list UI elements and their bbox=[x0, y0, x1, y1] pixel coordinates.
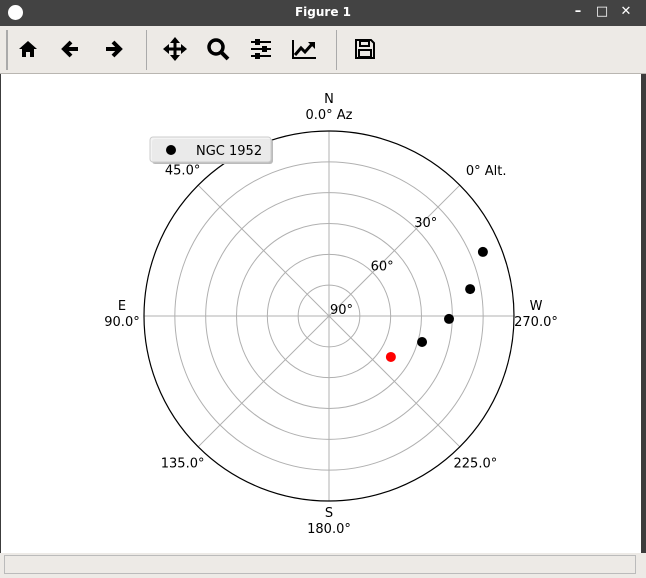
data-point bbox=[465, 284, 476, 295]
home-button[interactable] bbox=[13, 34, 43, 64]
configure-subplots-button[interactable] bbox=[246, 34, 276, 64]
zoom-button[interactable] bbox=[203, 34, 233, 64]
minimize-button[interactable]: – bbox=[570, 4, 586, 19]
edit-axes-button[interactable] bbox=[289, 34, 319, 64]
azimuth-label: 0.0° Az bbox=[305, 108, 352, 123]
polar-sky-chart: N0.0° Az 45.0° E90.0° 135.0° S180.0° 225.0° W2… bbox=[104, 92, 558, 537]
legend-marker bbox=[166, 145, 176, 155]
arrow-right-icon bbox=[106, 40, 123, 58]
back-button[interactable] bbox=[56, 34, 86, 64]
line-chart-icon bbox=[292, 40, 316, 59]
altitude-label: 30° bbox=[414, 216, 437, 231]
azimuth-label: 180.0° bbox=[307, 522, 351, 537]
data-point bbox=[444, 313, 455, 324]
azimuth-gridline bbox=[197, 184, 330, 317]
data-point bbox=[417, 336, 428, 347]
home-icon bbox=[19, 41, 37, 57]
azimuth-label: W bbox=[530, 299, 543, 314]
floppy-disk-icon bbox=[355, 39, 375, 59]
azimuth-label: N bbox=[324, 92, 334, 107]
title-bar: Figure 1 – □ ✕ bbox=[0, 0, 646, 26]
altitude-label: 60° bbox=[371, 259, 394, 274]
azimuth-label: 270.0° bbox=[514, 315, 558, 330]
azimuth-gridline bbox=[197, 315, 330, 448]
azimuth-label: 90.0° bbox=[104, 315, 139, 330]
close-button[interactable]: ✕ bbox=[618, 4, 634, 19]
forward-button[interactable] bbox=[98, 34, 128, 64]
azimuth-gridline bbox=[328, 184, 461, 317]
status-bar bbox=[0, 553, 646, 578]
data-point bbox=[477, 246, 488, 257]
current-position-point bbox=[385, 351, 396, 362]
altitude-label: 90° bbox=[330, 303, 353, 318]
figure-window: Figure 1 – □ ✕ N 0.0° Az 45.0° E 90.0° 135.0°… bbox=[0, 0, 646, 578]
azimuth-label: 225.0° bbox=[454, 456, 498, 471]
save-button[interactable] bbox=[350, 34, 380, 64]
maximize-button[interactable]: □ bbox=[594, 4, 610, 19]
plot-canvas[interactable]: N 0.0° Az 45.0° E 90.0° 135.0° S 180.0° 225.0° W 2… bbox=[1, 74, 641, 553]
azimuth-label: S bbox=[325, 506, 333, 521]
azimuth-label: 45.0° bbox=[165, 164, 200, 179]
arrow-left-icon bbox=[61, 40, 78, 58]
toolbar bbox=[0, 26, 646, 74]
move-icon bbox=[163, 37, 187, 61]
sliders-icon bbox=[251, 39, 271, 59]
azimuth-gridline bbox=[328, 315, 461, 448]
altitude-label: 0° Alt. bbox=[466, 164, 507, 179]
azimuth-label: E bbox=[118, 299, 126, 314]
legend-label: NGC 1952 bbox=[196, 144, 262, 159]
window-title: Figure 1 bbox=[294, 5, 352, 19]
azimuth-label: 135.0° bbox=[161, 456, 205, 471]
pan-button[interactable] bbox=[160, 34, 190, 64]
magnifier-icon bbox=[207, 38, 230, 61]
